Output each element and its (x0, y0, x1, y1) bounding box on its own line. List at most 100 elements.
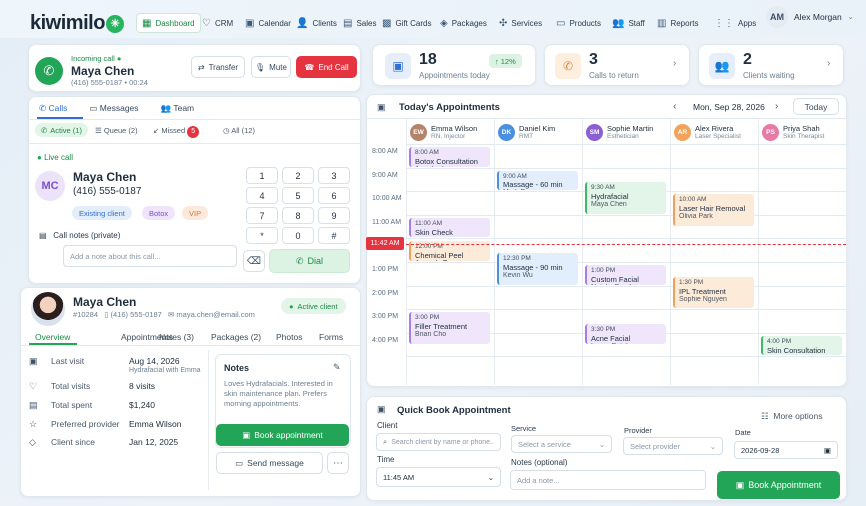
mute-button[interactable]: 🎙 Mute (251, 56, 291, 78)
client-tab[interactable]: Overview (35, 332, 70, 342)
row-label: Total spent (51, 400, 93, 410)
book-appointment-button[interactable]: ▣ Book appointment (216, 424, 349, 446)
provider-header[interactable]: EW Emma Wilson RN, Injector (410, 124, 477, 141)
provider-header[interactable]: DK Daniel Kim RMT (498, 124, 555, 141)
client-search-input[interactable]: ⌕ Search client by name or phone... (376, 433, 501, 451)
appointment-card[interactable]: 9:00 AMMassage - 60 minMark Davis (497, 170, 578, 191)
calendar-plus-icon: ▣ (242, 429, 251, 440)
dial-button[interactable]: ✆ Dial (269, 249, 350, 273)
appointment-time: 9:30 AM (591, 184, 615, 192)
provider-header[interactable]: PS Priya Shah Skin Therapist (762, 124, 824, 141)
dial-key[interactable]: 7 (246, 207, 278, 224)
nav-sales[interactable]: ▤ Sales (343, 14, 376, 32)
end-call-button[interactable]: ☎ End Call (296, 56, 357, 78)
nav-crm[interactable]: ♡ CRM (202, 14, 233, 32)
appointment-card[interactable]: 8:00 AMBotox ConsultationJennifer Lee (409, 147, 490, 167)
appointment-card[interactable]: 3:00 PM Filler Treatment Brian Cho (409, 312, 490, 344)
dial-key[interactable]: 3 (318, 167, 350, 184)
stat-appointments[interactable]: ▣ 18 Appointments today ↑ 12% (372, 44, 536, 86)
dial-key[interactable]: * (246, 227, 278, 244)
appointment-client: Lucas Patel (591, 343, 662, 344)
appointment-card[interactable]: 1:30 PM IPL Treatment Sophie Nguyen (673, 276, 754, 309)
quick-book-notes-input[interactable]: Add a note... (510, 470, 706, 490)
date-input[interactable]: 2026-09-28 ▣ (734, 441, 838, 459)
phone-icon: ✆ (35, 57, 63, 85)
client-tab[interactable]: Notes (3) (159, 332, 194, 342)
hang-up-icon: ☎ (304, 62, 315, 72)
heart-icon: ♡ (29, 381, 38, 391)
nav-apps[interactable]: ⋮⋮ Apps (714, 14, 756, 32)
dial-key[interactable]: # (318, 227, 350, 244)
time-select[interactable]: 11:45 AM ⌄ (376, 467, 501, 487)
filter-queue[interactable]: ☰ Queue (2) (95, 126, 138, 135)
stat-calls-to-return[interactable]: ✆ 3 Calls to return › (544, 44, 690, 86)
brand-logo[interactable]: kiwimilo ✳ (30, 12, 124, 35)
client-tab[interactable]: Photos (276, 332, 302, 342)
provider-header[interactable]: AR Alex Rivera Laser Specialist (674, 124, 741, 141)
nav-clients[interactable]: 👤 Clients (296, 14, 337, 32)
book-appointment-submit-button[interactable]: ▣ Book Appointment (717, 471, 840, 499)
filter-active[interactable]: ✆ Active (1) (35, 123, 88, 137)
user-menu[interactable]: AM Alex Morgan ⌄ (766, 6, 854, 28)
filter-missed[interactable]: ↙ Missed 5 (153, 126, 200, 138)
nav-reports[interactable]: ▥ Reports (657, 14, 698, 32)
dial-key[interactable]: 6 (318, 187, 350, 204)
send-message-button[interactable]: ▭ Send message (216, 452, 323, 474)
nav-products[interactable]: ▭ Products (556, 14, 601, 32)
phone-icon: ✆ (555, 53, 581, 79)
provider-select[interactable]: Select provider ⌄ (623, 437, 723, 455)
chevron-down-icon: ⌄ (847, 14, 854, 21)
appointment-card[interactable]: 4:00 PMSkin ConsultationIsabella Rossi (761, 335, 842, 356)
nav-calendar[interactable]: ▣ Calendar (245, 14, 291, 32)
more-options-icon[interactable]: ⋯ (327, 452, 349, 474)
nav-staff[interactable]: 👥 Staff (612, 14, 645, 32)
dial-key[interactable]: 2 (282, 167, 314, 184)
stat-value: 18 (419, 51, 437, 68)
stat-label: Clients waiting (743, 71, 795, 80)
dial-key[interactable]: 5 (282, 187, 314, 204)
appointment-card[interactable]: 11:00 AMSkin CheckRachel Kim (409, 217, 490, 238)
nav-packages[interactable]: ◈ Packages (440, 14, 487, 32)
appointment-card[interactable]: 10:00 AM Laser Hair Removal Olivia Park (673, 194, 754, 226)
edit-pencil-icon[interactable]: ✎ (333, 362, 341, 373)
tab-calls[interactable]: ✆ Calls (39, 103, 67, 114)
tab-team[interactable]: 👥 Team (161, 103, 195, 114)
row-label: Last visit (51, 356, 85, 366)
dial-key[interactable]: 1 (246, 167, 278, 184)
appointment-time: 10:00 AM (679, 196, 707, 204)
service-select[interactable]: Select a service ⌄ (511, 435, 612, 453)
next-day-icon[interactable]: › (775, 101, 778, 112)
row-label: Preferred provider (51, 419, 120, 429)
provider-name: Alex Rivera (695, 123, 734, 133)
stat-clients-waiting[interactable]: 👥 2 Clients waiting › (698, 44, 844, 86)
provider-header[interactable]: SM Sophie Martin Esthetician (586, 124, 653, 141)
appointment-card[interactable]: 12:30 PM Massage - 90 min Kevin Wu (497, 253, 578, 285)
backspace-icon[interactable]: ⌫ (243, 250, 265, 272)
dial-key[interactable]: 4 (246, 187, 278, 204)
transfer-button[interactable]: ⇄ Transfer (191, 56, 245, 78)
client-tab[interactable]: Packages (2) (211, 332, 261, 342)
dial-key[interactable]: 8 (282, 207, 314, 224)
appointment-card[interactable]: 9:30 AM Hydrafacial Maya Chen (585, 182, 666, 214)
appointment-client: Olivia Park (679, 212, 713, 220)
client-profile-panel: Maya Chen #10284 ▯ (416) 555-0187 ✉ maya… (20, 287, 361, 497)
services-icon: ✣ (499, 17, 508, 29)
appointment-card[interactable]: 3:30 PMAcne FacialLucas Patel (585, 324, 666, 344)
call-notes-input[interactable]: Add a note about this call... (63, 245, 237, 267)
client-tab[interactable]: Forms (319, 332, 343, 342)
appointment-card[interactable]: 1:00 PMCustom FacialNatalie Brooks (585, 265, 666, 285)
call-status: Incoming call ● (71, 54, 122, 63)
stat-trend-badge: ↑ 12% (489, 54, 522, 68)
nav-gift-cards[interactable]: ▩ Gift Cards (382, 14, 431, 32)
filter-all[interactable]: ◷ All (12) (223, 126, 255, 135)
tab-messages[interactable]: ▭ Messages (89, 103, 138, 114)
row-value: $1,240 (129, 400, 155, 410)
nav-dashboard[interactable]: ▦ Dashboard (136, 13, 201, 33)
prev-day-icon[interactable]: ‹ (673, 101, 676, 112)
dial-key[interactable]: 0 (282, 227, 314, 244)
heart-icon: ♡ (202, 17, 211, 29)
dial-key[interactable]: 9 (318, 207, 350, 224)
nav-services[interactable]: ✣ Services (499, 14, 542, 32)
today-button[interactable]: Today (793, 98, 839, 115)
more-options-link[interactable]: ☷ More options (761, 411, 823, 422)
